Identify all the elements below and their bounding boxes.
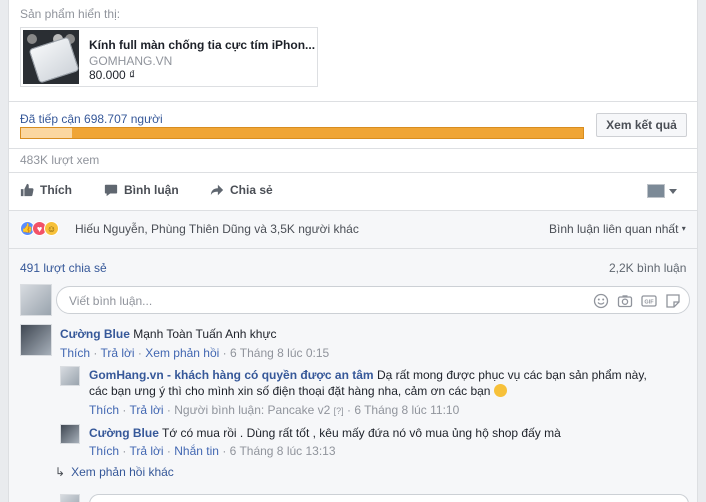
avatar[interactable] — [20, 324, 52, 356]
reply-arrow-icon: ↳ — [55, 465, 66, 479]
view-results-button[interactable]: Xem kết quả — [596, 113, 687, 137]
views-count: 483K lượt xem — [20, 153, 100, 167]
commenter-label: Người bình luận: Pancake v2 — [174, 403, 331, 417]
comment-input-placeholder: Viết bình luận... — [69, 294, 153, 308]
product-domain: GOMHANG.VN — [89, 54, 173, 68]
divider — [9, 172, 697, 173]
haha-reaction-icon: ☺ — [44, 221, 59, 236]
comment-text: Dạ rất mong được phục vụ các bạn sản phẩ… — [376, 368, 647, 382]
comment-text: Mạnh Toàn Tuấn Anh khực — [133, 327, 277, 341]
page-avatar — [647, 184, 665, 198]
divider — [9, 148, 697, 149]
post-action-bar: Thích Bình luận Chia sẻ — [9, 177, 697, 205]
comment-timestamp[interactable]: 6 Tháng 8 lúc 13:13 — [230, 444, 336, 458]
share-button[interactable]: Chia sẻ — [210, 183, 273, 197]
share-arrow-icon — [210, 183, 224, 197]
comment-text-continued: các bạn ưng ý thì cho mình xin số điện t… — [89, 384, 507, 398]
comment-timestamp[interactable]: 6 Tháng 8 lúc 0:15 — [230, 346, 329, 360]
chevron-down-icon: ▾ — [681, 224, 686, 233]
camera-icon[interactable] — [617, 293, 633, 309]
avatar[interactable] — [60, 424, 80, 444]
comment-like-link[interactable]: Thích — [89, 403, 119, 417]
comment-meta: Thích · Trả lời · Xem phản hồi · 6 Tháng… — [60, 346, 330, 360]
composer-tools: GIF — [593, 293, 681, 309]
shares-count[interactable]: 491 lượt chia sẻ — [20, 261, 107, 275]
comment: Cường Blue Mạnh Toàn Tuấn Anh khực — [60, 327, 276, 341]
like-button[interactable]: Thích — [20, 183, 72, 197]
reach-progress-bar — [20, 127, 584, 139]
comment-icon — [104, 183, 118, 197]
product-price: 80.000 ₫ — [89, 68, 136, 82]
comment-timestamp[interactable]: 6 Tháng 8 lúc 11:10 — [354, 403, 459, 417]
reply-comment: GomHang.vn - khách hàng có quyền được an… — [89, 368, 647, 382]
reaction-icons[interactable]: 👍 ♥ ☺ — [20, 221, 59, 236]
comment-composer: Viết bình luận... GIF — [20, 284, 690, 316]
comment-reply-link[interactable]: Trả lời — [129, 444, 163, 458]
comment-author[interactable]: Cường Blue — [60, 327, 130, 341]
share-label: Chia sẻ — [230, 183, 273, 197]
comment-author[interactable]: GomHang.vn - khách hàng có quyền được an… — [89, 368, 374, 382]
comment-meta: Thích · Trả lời · Người bình luận: Panca… — [89, 403, 460, 417]
comment-meta: Thích · Trả lời · Nhắn tin · 6 Tháng 8 l… — [89, 444, 336, 458]
emoji-icon[interactable] — [593, 293, 609, 309]
comment-like-link[interactable]: Thích — [89, 444, 119, 458]
comments-count: 2,2K bình luận — [609, 261, 687, 275]
product-thumbnail — [23, 30, 79, 84]
post-card: Sản phẩm hiển thị: Kính full màn chống t… — [8, 0, 698, 502]
promoted-section-label: Sản phẩm hiển thị: — [20, 7, 121, 21]
smile-emoji-icon — [493, 384, 507, 397]
reply-comment: Cường Blue Tớ có mua rồi . Dùng rất tốt … — [89, 426, 561, 440]
comment-label: Bình luận — [124, 183, 179, 197]
reactions-summary[interactable]: Hiếu Nguyễn, Phùng Thiên Dũng và 3,5K ng… — [75, 222, 359, 236]
comment-like-link[interactable]: Thích — [60, 346, 90, 360]
comment-message-link[interactable]: Nhắn tin — [174, 444, 219, 458]
divider — [9, 210, 697, 211]
gif-icon[interactable]: GIF — [641, 293, 657, 309]
avatar — [60, 494, 80, 502]
like-label: Thích — [40, 183, 72, 197]
avatar — [20, 284, 52, 316]
divider — [9, 101, 697, 102]
more-replies-link[interactable]: ↳ Xem phản hồi khác — [55, 465, 174, 479]
comment-author[interactable]: Cường Blue — [89, 426, 159, 440]
reply-input[interactable] — [89, 494, 689, 502]
svg-text:GIF: GIF — [644, 300, 654, 306]
comment-text: các bạn ưng ý thì cho mình xin số điện t… — [89, 384, 491, 398]
product-title[interactable]: Kính full màn chống tia cực tím iPhon... — [89, 38, 315, 52]
sticker-icon[interactable] — [665, 293, 681, 309]
comment-sort-dropdown[interactable]: Bình luận liên quan nhất ▾ — [549, 222, 686, 236]
product-card[interactable]: Kính full màn chống tia cực tím iPhon...… — [20, 27, 318, 87]
edit-mark[interactable]: [?] — [334, 406, 344, 416]
comment-text: Tớ có mua rồi . Dùng rất tốt , kêu mấy đ… — [162, 426, 561, 440]
comment-input[interactable]: Viết bình luận... GIF — [56, 286, 690, 314]
avatar[interactable] — [60, 366, 80, 386]
comment-reply-link[interactable]: Trả lời — [129, 403, 163, 417]
comment-button[interactable]: Bình luận — [104, 183, 179, 197]
reach-progress-fill — [21, 128, 72, 138]
post-as-selector[interactable] — [647, 184, 677, 198]
badge-icon — [27, 34, 37, 44]
comment-view-replies-link[interactable]: Xem phản hồi — [145, 346, 219, 360]
chevron-down-icon — [669, 188, 677, 194]
comment-reply-link[interactable]: Trả lời — [100, 346, 134, 360]
more-replies-label: Xem phản hồi khác — [71, 465, 174, 479]
comment-sort-label: Bình luận liên quan nhất — [549, 222, 679, 236]
thumbs-up-icon — [20, 183, 34, 197]
reach-text[interactable]: Đã tiếp cận 698.707 người — [20, 112, 163, 126]
divider — [9, 248, 697, 249]
